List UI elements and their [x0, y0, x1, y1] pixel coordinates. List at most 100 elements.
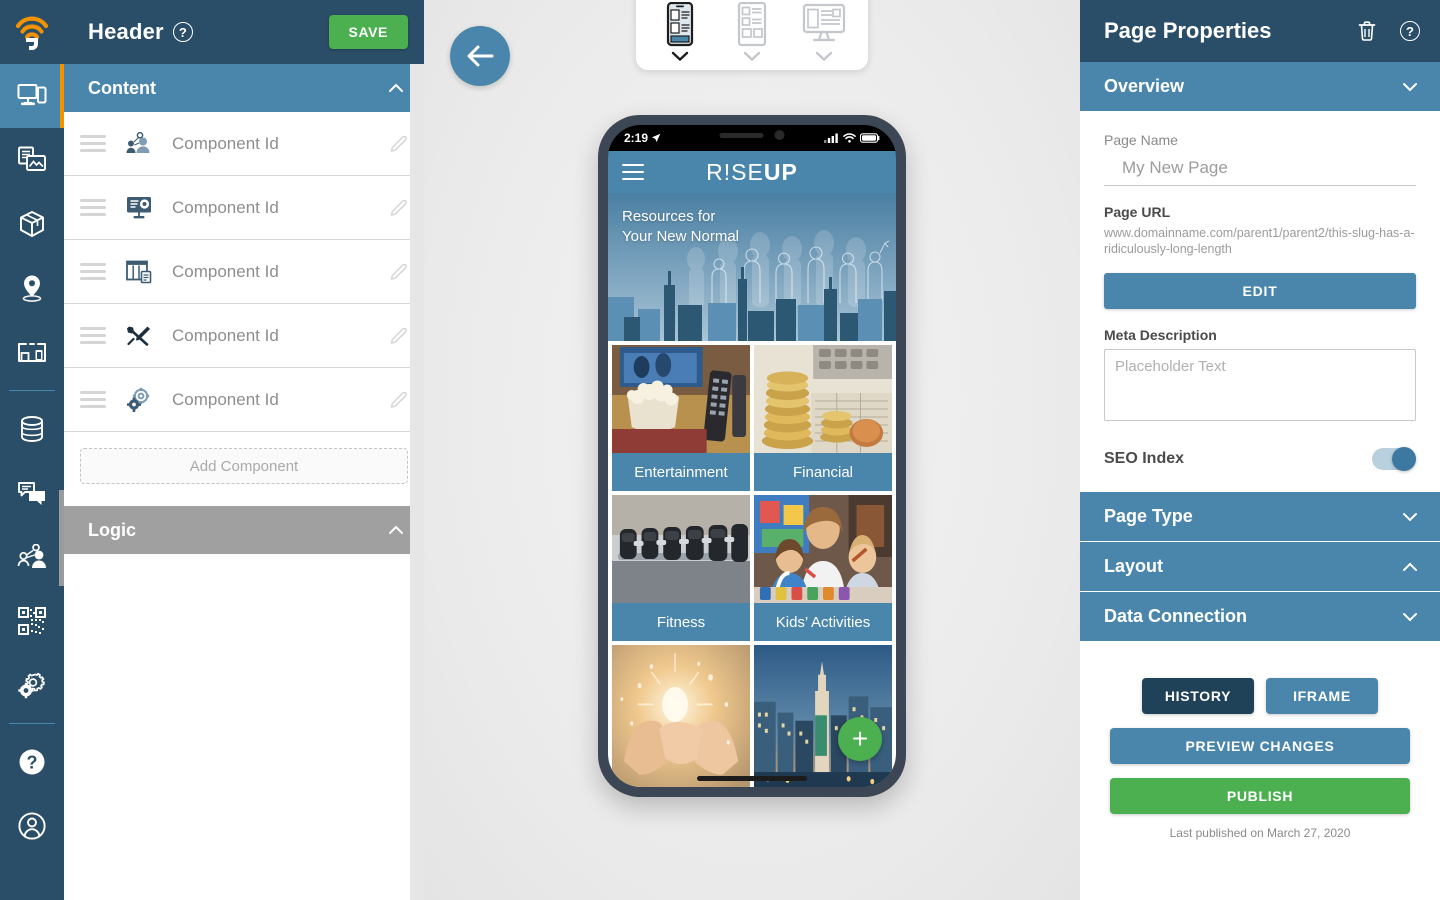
accordion-page-type[interactable]: Page Type [1080, 492, 1440, 543]
sidebar-item-pages[interactable] [0, 64, 64, 128]
history-button[interactable]: HISTORY [1142, 678, 1254, 715]
meta-description-input[interactable] [1104, 349, 1416, 422]
sidebar-item-qr-codes[interactable] [0, 589, 64, 653]
device-mobile[interactable] [650, 2, 710, 62]
hero-line-1: Resources for [622, 208, 716, 225]
tile-fitness[interactable]: Fitness [612, 495, 750, 641]
page-title: Header [88, 19, 164, 44]
accordion-layout[interactable]: Layout [1080, 542, 1440, 593]
edit-pencil-icon[interactable] [388, 261, 410, 283]
sidebar-item-account[interactable] [0, 794, 64, 858]
iframe-button[interactable]: IFRAME [1266, 678, 1378, 715]
hands-light-photo [612, 645, 750, 787]
chevron-down-icon[interactable] [670, 50, 690, 62]
brand-bold: UP [763, 158, 798, 185]
publish-button[interactable]: PUBLISH [1110, 778, 1410, 815]
component-label: Component Id [172, 261, 279, 281]
sidebar-item-settings[interactable] [0, 653, 64, 717]
section-header-content[interactable]: Content [64, 64, 424, 112]
section-header-logic[interactable]: Logic [64, 506, 424, 554]
add-component-button[interactable]: Add Component [80, 448, 408, 484]
action-button-row: HISTORY IFRAME [1110, 678, 1410, 715]
hamburger-menu-icon[interactable] [622, 159, 644, 185]
chevron-down-icon [1403, 612, 1417, 622]
battery-icon [860, 133, 880, 143]
drag-handle-icon[interactable] [80, 259, 106, 284]
drag-handle-icon[interactable] [80, 323, 106, 348]
edit-url-button[interactable]: EDIT [1104, 273, 1416, 310]
tile-kids-activities[interactable]: Kids’ Activities [754, 495, 892, 641]
page-url-value: www.domainname.com/parent1/parent2/this-… [1104, 226, 1415, 256]
accordion-data-connection[interactable]: Data Connection [1080, 592, 1440, 643]
sidebar-item-users[interactable] [0, 525, 64, 589]
device-desktop[interactable] [794, 2, 854, 62]
device-preview-toolbar [636, 0, 868, 70]
component-row-1[interactable]: Component Id [64, 112, 424, 176]
panel-empty-area [64, 554, 424, 900]
preview-changes-button[interactable]: PREVIEW CHANGES [1110, 728, 1410, 765]
accordion-overview[interactable]: Overview [1080, 62, 1440, 112]
drag-handle-icon[interactable] [80, 387, 106, 412]
sidebar-item-locations[interactable] [0, 256, 64, 320]
edit-pencil-icon[interactable] [388, 389, 410, 411]
chevron-down-icon[interactable] [814, 50, 834, 62]
add-fab-button[interactable]: + [838, 717, 882, 761]
drag-handle-icon[interactable] [80, 131, 106, 156]
sidebar-item-kiosk[interactable] [0, 320, 64, 384]
phone-screen: 2:19 R!SEUP Resources for Your New Norma… [608, 125, 896, 787]
devices-icon [17, 84, 47, 106]
chevron-down-icon[interactable] [742, 50, 762, 62]
page-name-input[interactable] [1104, 154, 1416, 186]
wifi-icon [843, 133, 856, 143]
device-tablet[interactable] [722, 2, 782, 62]
chevron-down-icon [1403, 512, 1417, 522]
help-circle-icon[interactable]: ? [172, 22, 193, 42]
accordion-label-overview: Overview [1104, 76, 1185, 96]
edit-pencil-icon[interactable] [388, 133, 410, 155]
help-circle-icon[interactable]: ? [1400, 21, 1420, 41]
sidebar-item-media[interactable] [0, 128, 64, 192]
edit-pencil-icon[interactable] [388, 197, 410, 219]
page-properties-header: Page Properties ? [1080, 0, 1440, 62]
component-row-4[interactable]: Component Id [64, 304, 424, 368]
tile-caption: Fitness [612, 603, 750, 641]
sidebar-item-components[interactable] [0, 192, 64, 256]
tile-financial[interactable]: Financial [754, 345, 892, 491]
rail-divider-2 [9, 723, 55, 724]
panel-action-buttons: HISTORY IFRAME PREVIEW CHANGES PUBLISH L… [1080, 642, 1440, 840]
icon-rail: ? [0, 0, 64, 900]
drag-handle-icon[interactable] [80, 195, 106, 220]
save-button[interactable]: SAVE [328, 15, 408, 49]
content-panel: Header ? SAVE Content Component Id Compo… [64, 0, 424, 900]
chevron-up-icon [389, 525, 403, 534]
media-library-icon [18, 146, 46, 171]
component-row-5[interactable]: Component Id [64, 368, 424, 432]
rise-wifi-logo-icon [0, 0, 64, 64]
component-row-2[interactable]: Component Id [64, 176, 424, 240]
chat-bubbles-icon [18, 482, 45, 505]
layout-columns-icon [122, 259, 156, 284]
tile-hands-light[interactable] [612, 645, 750, 787]
phone-mockup: 2:19 R!SEUP Resources for Your New Norma… [598, 115, 906, 797]
cellular-signal-icon [824, 133, 838, 143]
hero-line-2: Your New Normal [622, 227, 739, 245]
seo-index-toggle[interactable] [1372, 447, 1416, 472]
help-circle-icon: ? [19, 749, 45, 775]
status-indicators [824, 133, 880, 143]
users-group-icon [17, 544, 46, 568]
rail-scrollbar-thumb[interactable] [59, 490, 64, 586]
component-row-3[interactable]: Component Id [64, 240, 424, 304]
tile-entertainment[interactable]: Entertainment [612, 345, 750, 491]
content-panel-scrollbar[interactable] [410, 64, 424, 900]
component-label: Component Id [172, 325, 279, 345]
edit-pencil-icon[interactable] [388, 325, 410, 347]
sidebar-item-messages[interactable] [0, 461, 64, 525]
sidebar-item-help[interactable]: ? [0, 730, 64, 794]
tile-caption: Entertainment [612, 453, 750, 491]
trash-icon[interactable] [1357, 20, 1377, 42]
component-label: Component Id [172, 133, 279, 153]
sidebar-item-data[interactable] [0, 397, 64, 461]
back-button[interactable] [450, 26, 510, 86]
tile-city-skyline[interactable] [754, 645, 892, 787]
toggle-knob [1392, 447, 1416, 472]
